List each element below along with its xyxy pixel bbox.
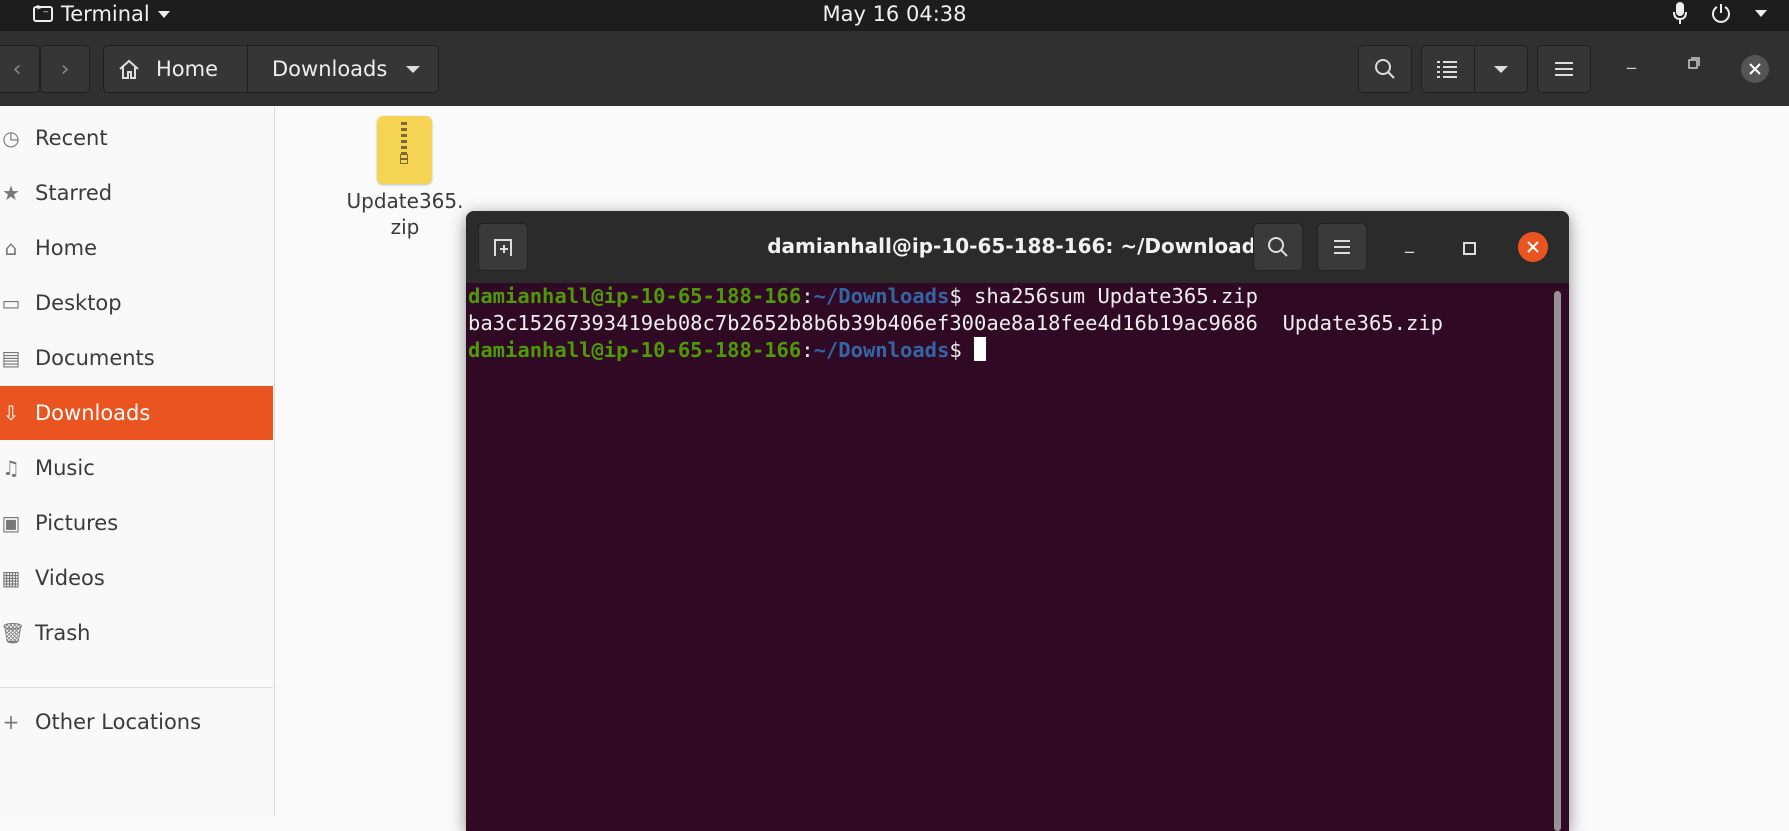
prompt-user: damianhall@ip-10-65-188-166 [468, 284, 802, 308]
music-icon: ♫ [2, 456, 20, 480]
sidebar-item-label: Pictures [35, 511, 119, 535]
chevron-down-icon [1494, 65, 1508, 73]
terminal-search-button[interactable] [1253, 223, 1303, 271]
minimize-icon: _ [1627, 49, 1636, 70]
home-icon: ⌂ [4, 236, 18, 260]
sidebar-item-home[interactable]: ⌂ Home [0, 221, 273, 275]
close-button[interactable] [1741, 55, 1769, 83]
terminal-window: damianhall@ip-10-65-188-166: ~/Downloads… [466, 211, 1569, 831]
close-icon [1527, 241, 1539, 253]
sidebar-item-label: Desktop [35, 291, 122, 315]
file-name: Update365.zip [346, 189, 464, 239]
prompt-end: $ [949, 284, 975, 308]
list-view-icon [1437, 61, 1457, 78]
path-home[interactable]: Home [104, 46, 248, 92]
path-home-label: Home [156, 57, 219, 81]
terminal-scrollbar[interactable] [1554, 291, 1561, 831]
clock-icon: ◷ [2, 126, 20, 150]
sidebar-item-trash[interactable]: 🗑 Trash [0, 606, 273, 660]
plus-icon: + [2, 710, 20, 734]
minimize-button[interactable]: _ [1627, 49, 1636, 70]
sidebar-item-downloads[interactable]: ⇩ Downloads [0, 386, 273, 440]
terminal-line: damianhall@ip-10-65-188-166:~/Downloads$ [468, 337, 1569, 364]
sidebar-item-documents[interactable]: ▤ Documents [0, 331, 273, 385]
terminal-line: ba3c15267393419eb08c7b2652b8b6b39b406ef3… [468, 311, 1444, 335]
sidebar-item-label: Starred [35, 181, 113, 205]
prompt-path: ~/Downloads [813, 284, 950, 308]
sidebar-item-label: Videos [35, 566, 105, 590]
pictures-icon: ▣ [1, 511, 21, 535]
sidebar-item-starred[interactable]: ★ Starred [0, 166, 273, 220]
sidebar-item-label: Downloads [35, 401, 151, 425]
documents-icon: ▤ [1, 346, 21, 370]
list-view-button[interactable] [1421, 45, 1475, 93]
microphone-icon [1673, 2, 1687, 24]
places-sidebar: ◷ Recent ★ Starred ⌂ Home ▭ Desktop ▤ Documen… [0, 106, 275, 817]
command-text: sha256sum Update365.zip [974, 284, 1258, 308]
trash-icon: 🗑 [0, 621, 26, 645]
videos-icon: ▦ [1, 566, 21, 590]
close-icon [1749, 63, 1761, 75]
maximize-icon [1463, 242, 1476, 255]
terminal-title: damianhall@ip-10-65-188-166: ~/Downloads [767, 234, 1268, 258]
hamburger-icon [1555, 62, 1573, 76]
chevron-down-icon [406, 65, 420, 73]
path-downloads-label: Downloads [272, 57, 388, 81]
sidebar-item-label: Recent [35, 126, 108, 150]
prompt-end: $ [949, 338, 975, 362]
search-icon [1268, 237, 1288, 257]
path-bar: Home Downloads [103, 45, 439, 93]
sidebar-item-desktop[interactable]: ▭ Desktop [0, 276, 273, 330]
terminal-menu-button[interactable] [1317, 223, 1367, 271]
sidebar-item-label: Trash [35, 621, 91, 645]
sidebar-item-pictures[interactable]: ▣ Pictures [0, 496, 273, 550]
sidebar-item-videos[interactable]: ▦ Videos [0, 551, 273, 605]
maximize-button[interactable] [1688, 53, 1700, 74]
desktop-icon: ▭ [1, 291, 21, 315]
terminal-line: damianhall@ip-10-65-188-166:~/Downloads$… [468, 283, 1569, 310]
system-menu[interactable] [1673, 2, 1767, 24]
sidebar-item-label: Other Locations [35, 710, 202, 734]
prompt-user: damianhall@ip-10-65-188-166 [468, 338, 802, 362]
restore-icon [1688, 57, 1700, 69]
back-button[interactable]: ‹ [0, 45, 40, 93]
text-cursor [974, 337, 987, 361]
main-menu-button[interactable] [1537, 45, 1591, 93]
file-manager-headerbar: ‹ › Home Downloads _ [0, 31, 1789, 106]
terminal-close-button[interactable] [1518, 232, 1548, 262]
terminal-maximize-button[interactable] [1463, 240, 1476, 259]
top-bar: Terminal May 16 04:38 [0, 0, 1789, 31]
search-button[interactable] [1358, 45, 1412, 93]
minimize-icon: _ [1405, 233, 1414, 254]
chevron-left-icon: ‹ [12, 56, 22, 82]
prompt-path: ~/Downloads [813, 338, 950, 362]
chevron-down-icon [1755, 9, 1767, 17]
view-options-button[interactable] [1474, 45, 1528, 93]
terminal-headerbar: damianhall@ip-10-65-188-166: ~/Downloads… [466, 211, 1569, 283]
path-downloads[interactable]: Downloads [248, 46, 438, 92]
forward-button[interactable]: › [40, 45, 90, 93]
sidebar-item-recent[interactable]: ◷ Recent [0, 111, 273, 165]
hamburger-icon [1334, 240, 1350, 254]
sidebar-item-label: Home [35, 236, 98, 260]
search-icon [1375, 59, 1395, 79]
sidebar-item-label: Music [35, 456, 95, 480]
sidebar-separator [0, 687, 273, 688]
terminal-minimize-button[interactable]: _ [1405, 233, 1414, 254]
chevron-right-icon: › [60, 56, 70, 82]
prompt-separator: : [801, 338, 814, 362]
prompt-separator: : [801, 284, 814, 308]
zip-archive-icon [377, 116, 432, 184]
download-icon: ⇩ [2, 401, 20, 425]
terminal-output[interactable]: damianhall@ip-10-65-188-166:~/Downloads$… [466, 283, 1569, 831]
home-icon [119, 59, 139, 79]
sidebar-item-music[interactable]: ♫ Music [0, 441, 273, 495]
sidebar-item-other-locations[interactable]: + Other Locations [0, 695, 273, 749]
power-icon [1712, 4, 1730, 23]
sidebar-item-label: Documents [35, 346, 155, 370]
star-icon: ★ [2, 181, 20, 205]
clock[interactable]: May 16 04:38 [0, 2, 1789, 26]
